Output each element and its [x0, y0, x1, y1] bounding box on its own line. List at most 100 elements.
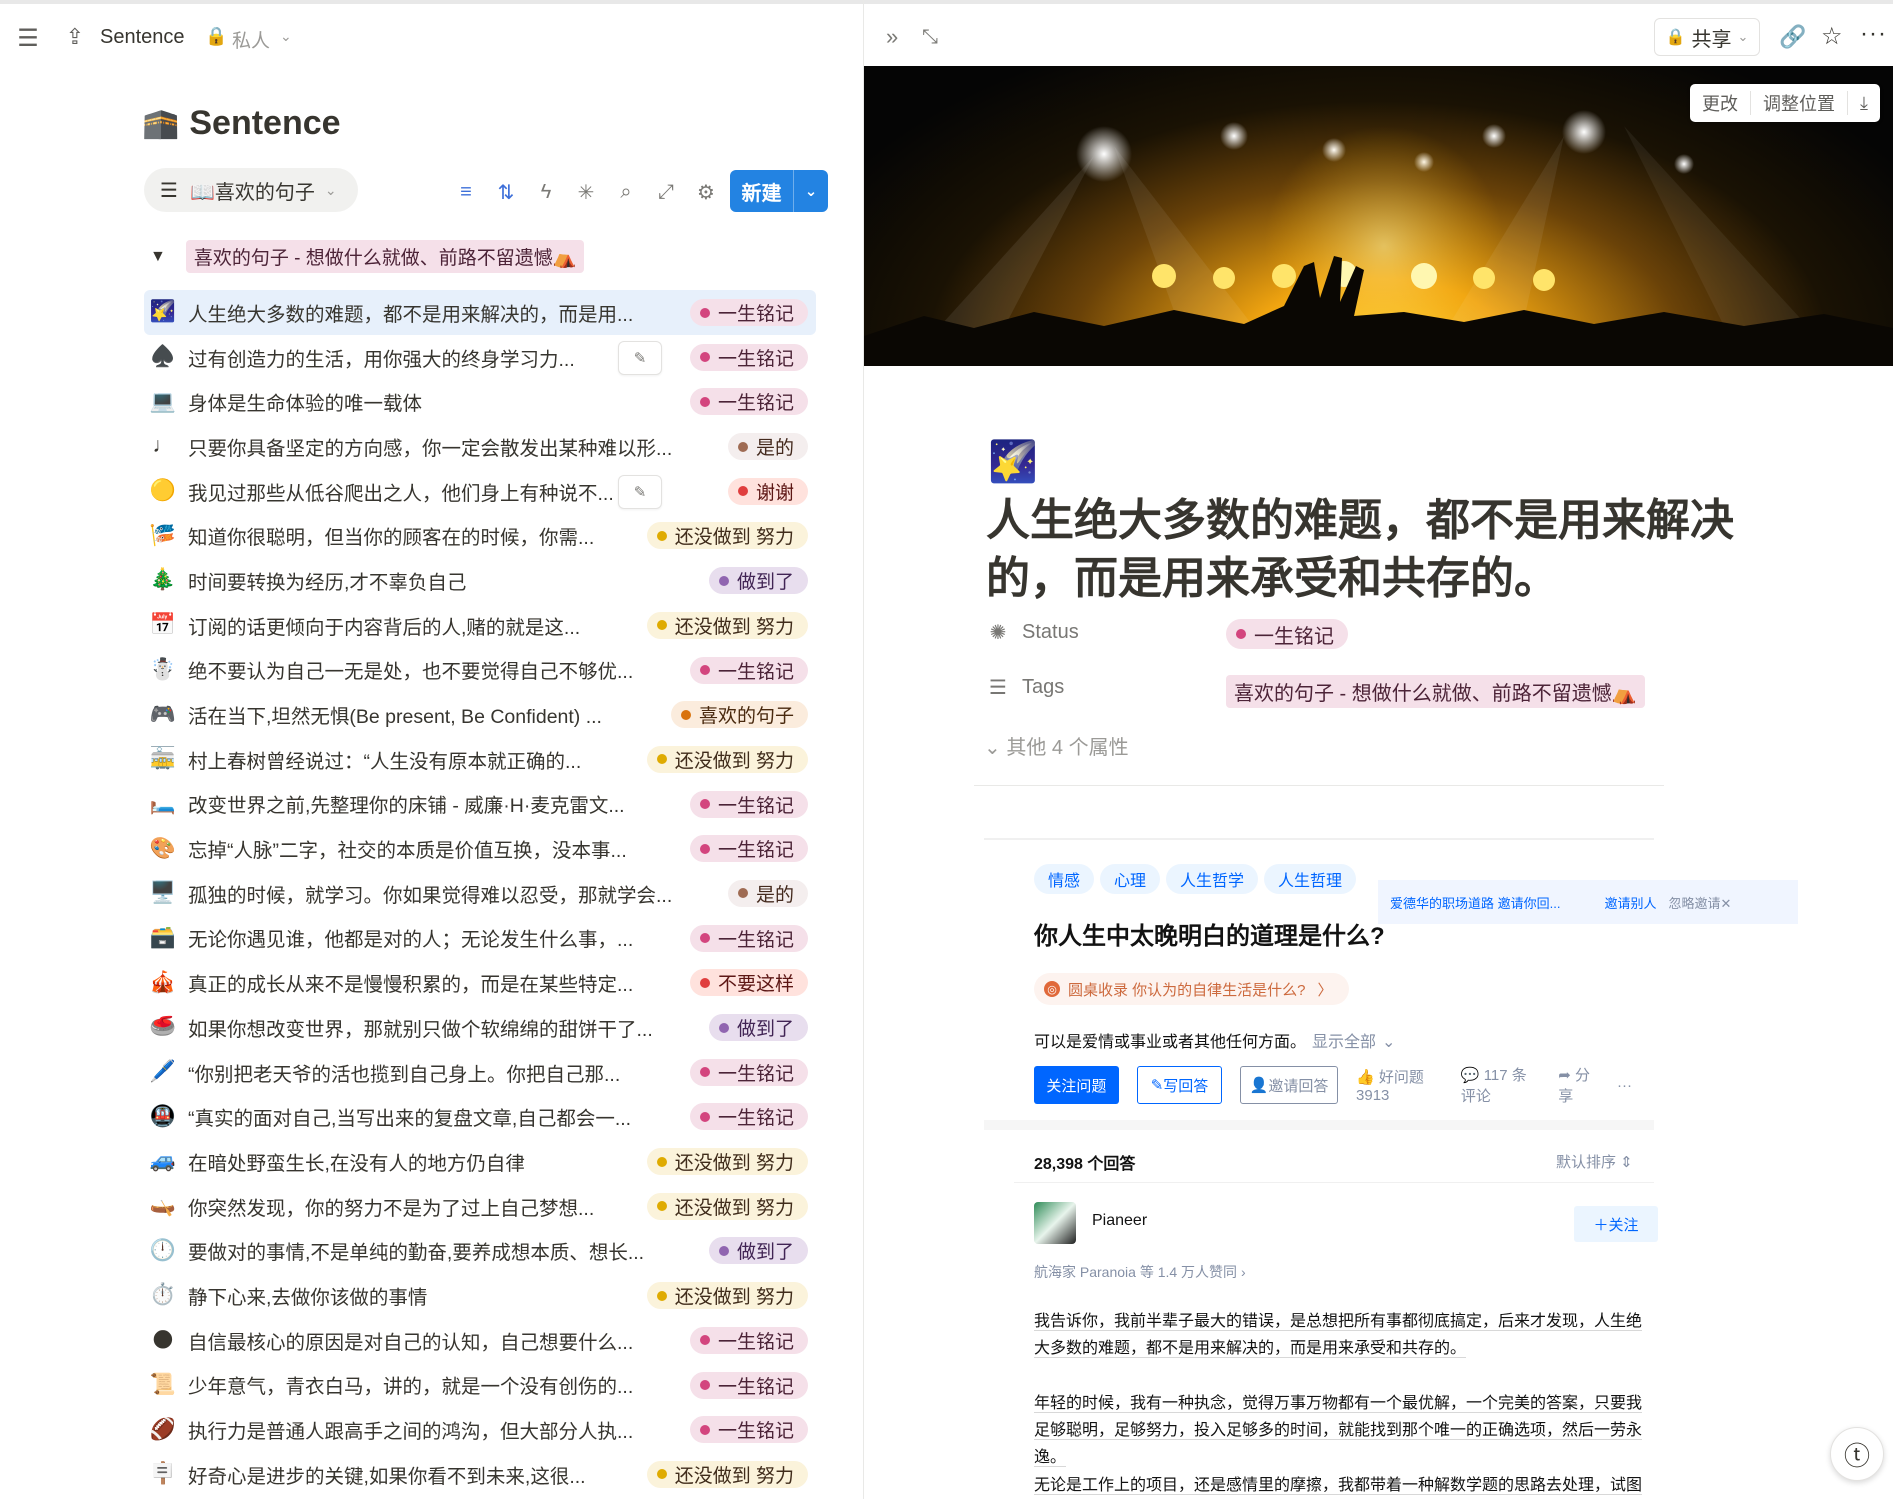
- search-icon[interactable]: ⌕: [606, 176, 646, 208]
- divider: [984, 838, 1654, 840]
- more-icon[interactable]: ···: [1860, 20, 1887, 48]
- triangle-down-icon[interactable]: ▼: [150, 248, 166, 266]
- status-label: 还没做到 努力: [674, 750, 794, 772]
- status-label: 是的: [755, 438, 794, 460]
- list-item[interactable]: 🖊️ “你别把老天爷的活也揽到自己身上。你把自己那... 一生铭记: [144, 1050, 816, 1095]
- star-icon[interactable]: ☆: [1821, 22, 1843, 51]
- view-selector[interactable]: ☰ 📖喜欢的句子 ⌄: [144, 168, 358, 212]
- list-item[interactable]: 🏈 执行力是普通人跟高手之间的鸿沟，但大部分人执... 一生铭记: [144, 1407, 816, 1452]
- list-item[interactable]: 🗃️ 无论你遇见谁，他都是对的人；无论发生什么事，... 一生铭记: [144, 916, 816, 961]
- sparkle-icon[interactable]: ✳: [566, 176, 606, 208]
- status-label: 一生铭记: [717, 1331, 794, 1353]
- status-badge[interactable]: 一生铭记: [1226, 619, 1348, 649]
- reposition-cover-button[interactable]: 调整位置: [1751, 90, 1847, 116]
- write-answer-label: 写回答: [1163, 1077, 1209, 1095]
- share-button[interactable]: 🔒 共享 ⌄: [1654, 18, 1760, 56]
- status-label: 还没做到 努力: [674, 1465, 794, 1487]
- expand-icon[interactable]: ⤢: [646, 176, 686, 208]
- list-item[interactable]: 🎏 知道你很聪明，但当你的顾客在的时候，你需... 还没做到 努力: [144, 513, 816, 558]
- new-button-label[interactable]: 新建: [730, 170, 794, 212]
- list-item[interactable]: ⏱️ 静下心来,去做你该做的事情 还没做到 努力: [144, 1273, 816, 1318]
- sort-icon[interactable]: ⇅: [486, 176, 526, 208]
- left-topbar: ☰ ⇪ Sentence 🔒 私人 ⌄: [0, 0, 863, 68]
- status-label: 还没做到 努力: [674, 527, 794, 549]
- hamburger-icon[interactable]: ☰: [14, 24, 42, 52]
- filter-icon[interactable]: ≡: [446, 176, 486, 208]
- change-cover-button[interactable]: 更改: [1690, 90, 1750, 116]
- paragraph-text: 年轻的时候，我有一种执念，觉得万事万物都有一个最优解，一个完美的答案，只要我足够…: [1034, 1395, 1643, 1467]
- ignore-invite: 忽略邀请✕: [1668, 895, 1732, 911]
- row-title: 在暗处野蛮生长,在没有人的地方仍自律: [188, 1152, 525, 1175]
- status-dot: [656, 620, 667, 631]
- invite-answer-label: 邀请回答: [1268, 1077, 1329, 1095]
- lock-icon: 🔒: [205, 26, 228, 46]
- list-item[interactable]: 🎨 忘掉“人脉”二字，社交的本质是价值互换，没本事... 一生铭记: [144, 826, 816, 871]
- tags-value[interactable]: 喜欢的句子 - 想做什么就做、前路不留遗憾⛺: [1226, 675, 1645, 708]
- list-item[interactable]: 💻 身体是生命体验的唯一载体 一生铭记: [144, 379, 816, 424]
- list-item[interactable]: 📅 订阅的话更倾向于内容背后的人,赌的就是这... 还没做到 努力: [144, 603, 816, 648]
- more-icon: ···: [1617, 1076, 1632, 1094]
- chevron-down-icon[interactable]: ⌄: [794, 170, 828, 212]
- page-icon[interactable]: 🌠: [988, 440, 1038, 484]
- download-icon[interactable]: ⤓: [1848, 93, 1880, 114]
- comment-icon: 💬: [1460, 1067, 1484, 1084]
- list-item[interactable]: ☃️ 绝不要认为自己一无是处，也不要觉得自己不够优... 一生铭记: [144, 648, 816, 693]
- edit-icon[interactable]: ✎: [618, 474, 662, 509]
- avatar: [1034, 1202, 1076, 1244]
- ai-assistant-button[interactable]: ⓣ: [1830, 1427, 1884, 1481]
- row-title: 活在当下,坦然无惧(Be present, Be Confident) ...: [188, 706, 602, 729]
- link-icon[interactable]: 🔗: [1779, 24, 1806, 50]
- row-title: 无论你遇见谁，他都是对的人；无论发生什么事，...: [188, 929, 634, 952]
- chevron-down-icon[interactable]: ⌄: [280, 28, 292, 45]
- status-dot: [737, 441, 748, 452]
- row-icon: ♠️: [149, 345, 177, 369]
- status-label: 做到了: [736, 572, 794, 594]
- page-title[interactable]: 人生绝大多数的难题，都不是用来解决的，而是用来承受和共存的。: [986, 492, 1816, 608]
- list-item[interactable]: 🟡 我见过那些从低谷爬出之人，他们身上有种说不... ✎ 谢谢: [144, 469, 816, 514]
- breadcrumb-privacy[interactable]: 私人: [232, 26, 270, 53]
- expand-diagonal-icon[interactable]: ⤡: [922, 26, 938, 49]
- more-properties-label: 其他 4 个属性: [1006, 737, 1129, 759]
- edit-icon[interactable]: ✎: [618, 340, 662, 375]
- database-title[interactable]: Sentence: [189, 104, 340, 143]
- list-item[interactable]: 🪧 好奇心是进步的关键,如果你看不到未来,这很... 还没做到 努力: [144, 1452, 816, 1497]
- status-badge: 做到了: [708, 1014, 808, 1041]
- list-item[interactable]: 🚋 村上春树曾经说过：“人生没有原本就正确的... 还没做到 努力: [144, 737, 816, 782]
- new-button[interactable]: 新建 ⌄: [730, 170, 828, 212]
- lightning-icon[interactable]: ϟ: [526, 176, 566, 208]
- list-item[interactable]: 🌑 自信最核心的原因是对自己的认知，自己想要什么... 一生铭记: [144, 1318, 816, 1363]
- row-icon: 🚙: [149, 1149, 177, 1173]
- row-title: 知道你很聪明，但当你的顾客在的时候，你需...: [188, 527, 595, 550]
- list-item[interactable]: 🎪 真正的成长从来不是慢慢积累的，而是在某些特定... 不要这样: [144, 960, 816, 1005]
- property-tags[interactable]: ☰ Tags: [986, 675, 1064, 700]
- sort-selector: 默认排序 ⇕: [1556, 1154, 1633, 1171]
- property-status[interactable]: ✺ Status: [986, 620, 1079, 645]
- row-icon: 🗃️: [149, 925, 177, 949]
- page-peek-pane: » ⤡ 🔒 共享 ⌄ 🔗 ☆ ··· 更改 调整位置 ⤓ 🌠 人生绝大多数的难题…: [864, 0, 1893, 1499]
- kaaba-icon[interactable]: 🕋: [142, 106, 179, 141]
- list-item[interactable]: 🎮 活在当下,坦然无惧(Be present, Be Confident) ...…: [144, 692, 816, 737]
- breadcrumb-title[interactable]: Sentence: [100, 26, 185, 49]
- list-item[interactable]: ♠️ 过有创造力的生活，用你强大的终身学习力... ✎ 一生铭记: [144, 335, 816, 380]
- status-icon: ✺: [989, 622, 1007, 644]
- list-item[interactable]: 🌠 人生绝大多数的难题，都不是用来解决的，而是用... 一生铭记: [144, 290, 816, 335]
- list-item[interactable]: 🚙 在暗处野蛮生长,在没有人的地方仍自律 还没做到 努力: [144, 1139, 816, 1184]
- list-item[interactable]: 🥌 如果你想改变世界，那就别只做个软绵绵的甜饼干了... 做到了: [144, 1005, 816, 1050]
- list-item[interactable]: 🎄 时间要转换为经历,才不辜负自己 做到了: [144, 558, 816, 603]
- more-properties-toggle[interactable]: ⌄ 其他 4 个属性: [984, 731, 1129, 760]
- list-item[interactable]: 🛶 你突然发现，你的努力不是为了过上自己梦想... 还没做到 努力: [144, 1184, 816, 1229]
- list-item[interactable]: 🕛 要做对的事情,不是单纯的勤奋,要养成想本质、想长... 做到了: [144, 1228, 816, 1273]
- list-item[interactable]: 🚇 “真实的面对自己,当写出来的复盘文章,自己都会一... 一生铭记: [144, 1094, 816, 1139]
- answer-paragraph: 无论是工作上的项目，还是感情里的摩擦，我都带着一种解数学题的思路去处理，试图分析…: [1034, 1472, 1644, 1499]
- status-dot: [718, 1022, 729, 1033]
- share-up-icon[interactable]: ⇪: [62, 24, 88, 50]
- list-item[interactable]: 📜 少年意气，青衣白马，讲的，就是一个没有创伤的... 一生铭记: [144, 1363, 816, 1408]
- row-title: 我见过那些从低谷爬出之人，他们身上有种说不...: [188, 482, 614, 505]
- list-item[interactable]: 🛏️ 改变世界之前,先整理你的床铺 - 威廉·H·麦克雷文... 一生铭记: [144, 782, 816, 827]
- sliders-icon[interactable]: ⚙: [686, 176, 726, 208]
- double-chevron-right-icon[interactable]: »: [886, 24, 898, 50]
- status-badge: 一生铭记: [689, 388, 808, 416]
- page-title: 🕋 Sentence: [142, 104, 341, 143]
- list-item[interactable]: 🖥️ 孤独的时候，就学习。你如果觉得难以忍受，那就学会... 是的: [144, 871, 816, 916]
- list-item[interactable]: ♩ 只要你具备坚定的方向感，你一定会散发出某种难以形... 是的: [144, 424, 816, 469]
